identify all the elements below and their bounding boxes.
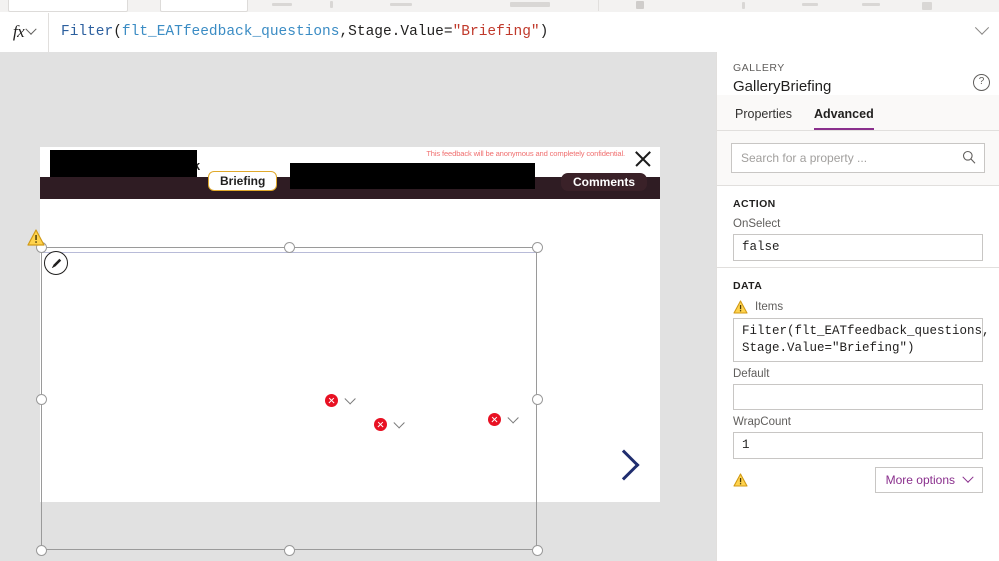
panel-header: GALLERY GalleryBriefing ?: [717, 52, 999, 95]
more-options-label: More options: [885, 472, 955, 487]
property-search-wrapper: [717, 131, 999, 186]
error-badge-group: [325, 392, 356, 407]
confidential-note: This feedback will be anonymous and comp…: [426, 149, 625, 158]
field-label-items: Items: [755, 300, 784, 313]
section-heading-data: DATA: [733, 279, 763, 292]
toolbar-dim-4: [510, 2, 550, 7]
panel-body: ACTION OnSelect false DATA Items Filter(…: [717, 186, 999, 561]
canvas-workspace[interactable]: eedback This feedback will be anonymous …: [0, 52, 716, 561]
field-items: Items Filter(flt_EATfeedback_questions, …: [717, 294, 999, 362]
chevron-down-icon: [974, 20, 990, 35]
screen-header: eedback This feedback will be anonymous …: [40, 147, 660, 199]
field-label-onselect: OnSelect: [733, 218, 781, 230]
formula-token-identifier: flt_EATfeedback_questions: [121, 24, 340, 40]
formula-expand-button[interactable]: [965, 13, 999, 52]
chevron-down-icon[interactable]: [507, 411, 519, 424]
toolbar-dim-9: [922, 2, 932, 10]
toolbar-dim-2: [330, 1, 333, 8]
field-label-row-items: Items: [733, 300, 983, 314]
resize-handle-bottom-right[interactable]: [532, 545, 543, 556]
field-input-default[interactable]: [733, 383, 983, 410]
formula-token-close-paren: ): [539, 24, 549, 40]
toolbar-dim-3: [390, 3, 412, 6]
search-input[interactable]: [732, 151, 984, 165]
panel-control-name: GalleryBriefing: [733, 78, 832, 95]
panel-footer: More options: [717, 459, 999, 493]
formula-token-comma: ,: [339, 24, 349, 40]
field-label-default: Default: [733, 367, 770, 380]
field-label-wrapcount: WrapCount: [733, 415, 791, 428]
fx-button[interactable]: fx: [0, 12, 49, 52]
toolbar-dim-7: [802, 3, 818, 6]
tab-comments[interactable]: Comments: [561, 173, 648, 191]
formula-input[interactable]: Filter(flt_EATfeedback_questions, Stage.…: [49, 13, 965, 52]
close-icon[interactable]: [632, 148, 654, 170]
pencil-icon[interactable]: [44, 251, 68, 275]
field-input-wrapcount[interactable]: 1: [733, 431, 983, 459]
panel-control-kind: GALLERY: [733, 62, 785, 74]
properties-panel: GALLERY GalleryBriefing ? Properties Adv…: [716, 52, 999, 561]
warning-triangle-icon[interactable]: [733, 300, 748, 314]
toolbar-dim-5: [636, 1, 644, 9]
toolbar-separator: [598, 0, 599, 11]
power-apps-editor: fx Filter(flt_EATfeedback_questions, Sta…: [0, 0, 999, 561]
formula-token-string: "Briefing": [452, 24, 540, 40]
toolbar-control-1[interactable]: [8, 0, 128, 12]
tab-advanced[interactable]: Advanced: [813, 107, 874, 130]
error-x-icon[interactable]: [325, 394, 338, 407]
toolbar-dim-6: [742, 2, 745, 9]
redacted-area-tabs: [290, 163, 535, 189]
panel-tabs: Properties Advanced: [717, 95, 999, 131]
toolbar-control-2[interactable]: [160, 0, 248, 12]
error-badge-group: [488, 411, 519, 426]
section-heading-action: ACTION: [733, 198, 776, 210]
chevron-down-icon[interactable]: [344, 392, 356, 405]
tab-briefing[interactable]: Briefing: [208, 171, 278, 191]
resize-handle-bottom-center[interactable]: [284, 545, 295, 556]
error-badge-group: [374, 416, 405, 431]
more-options-button[interactable]: More options: [874, 466, 983, 493]
field-onselect: OnSelect false: [717, 212, 999, 261]
chevron-down-icon: [962, 471, 974, 483]
function-icon: fx: [12, 22, 25, 41]
resize-handle-bottom-left[interactable]: [36, 545, 47, 556]
formula-bar: fx Filter(flt_EATfeedback_questions, Sta…: [0, 12, 999, 53]
error-x-icon[interactable]: [374, 418, 387, 431]
resize-handle-middle-right[interactable]: [532, 394, 543, 405]
formula-token-open-paren: (: [113, 24, 122, 40]
formula-token-function: Filter: [61, 24, 114, 40]
field-input-items[interactable]: Filter(flt_EATfeedback_questions, Stage.…: [733, 317, 990, 362]
search-icon[interactable]: [962, 150, 976, 164]
help-icon[interactable]: ?: [973, 74, 990, 91]
chevron-down-icon: [25, 23, 37, 35]
tab-properties[interactable]: Properties: [735, 107, 792, 130]
resize-handle-top-right[interactable]: [532, 242, 543, 253]
toolbar-dim-1: [272, 3, 292, 6]
field-input-onselect[interactable]: false: [733, 234, 983, 261]
resize-handle-top-center[interactable]: [284, 242, 295, 253]
warning-triangle-icon[interactable]: [27, 229, 45, 246]
app-screen-canvas[interactable]: eedback This feedback will be anonymous …: [40, 147, 660, 502]
field-default: Default: [717, 362, 999, 410]
formula-token-property: Stage.Value=: [348, 24, 453, 40]
warning-triangle-icon[interactable]: [733, 472, 748, 487]
toolbar-dim-8: [862, 3, 880, 6]
resize-handle-middle-left[interactable]: [36, 394, 47, 405]
chevron-down-icon[interactable]: [393, 416, 405, 429]
chevron-right-icon[interactable]: [611, 445, 637, 485]
property-search-box[interactable]: [731, 143, 985, 173]
field-wrapcount: WrapCount 1: [717, 410, 999, 459]
error-x-icon[interactable]: [488, 413, 501, 426]
